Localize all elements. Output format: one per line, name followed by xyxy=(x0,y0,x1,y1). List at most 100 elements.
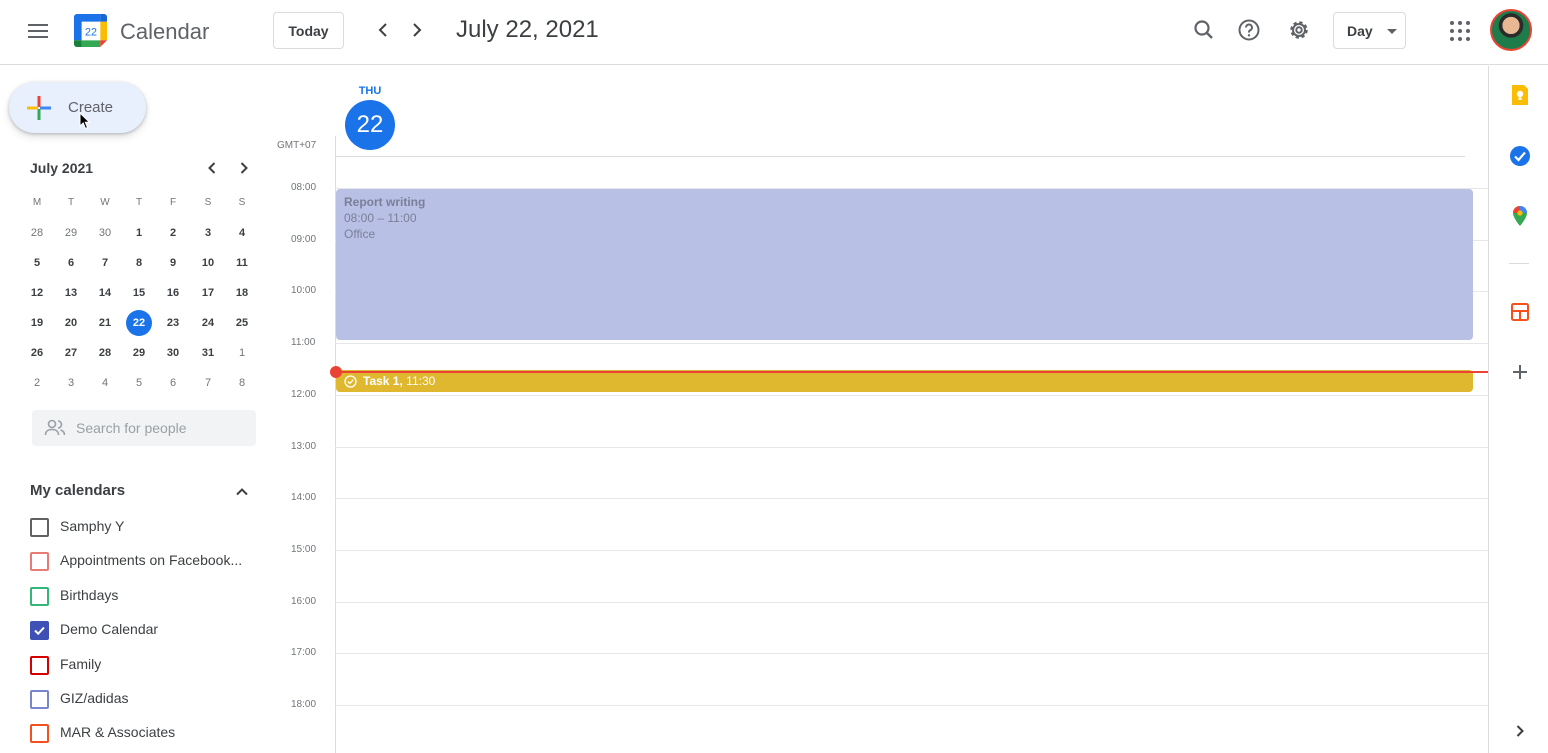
help-icon[interactable] xyxy=(1235,16,1263,44)
mini-calendar-day[interactable]: 28 xyxy=(92,340,118,366)
account-avatar[interactable] xyxy=(1490,9,1532,51)
calendar-checkbox[interactable] xyxy=(30,586,49,606)
mini-calendar-day[interactable]: 18 xyxy=(229,280,255,306)
mouse-pointer-icon xyxy=(79,112,91,130)
view-selector[interactable]: Day xyxy=(1333,12,1406,49)
create-button[interactable]: Create xyxy=(9,82,146,133)
my-calendars-toggle[interactable]: My calendars xyxy=(30,480,260,504)
search-people-input[interactable] xyxy=(76,410,246,446)
keep-icon[interactable] xyxy=(1509,84,1531,106)
calendar-list-item[interactable]: Demo Calendar xyxy=(30,616,260,646)
hour-label: 08:00 xyxy=(291,182,317,193)
mini-calendar-day[interactable]: 3 xyxy=(58,370,84,396)
mini-calendar-day[interactable]: 26 xyxy=(24,340,50,366)
hour-gridline xyxy=(335,653,1488,655)
weekday-header: F xyxy=(169,197,177,208)
mini-calendar-day[interactable]: 16 xyxy=(160,280,186,306)
mini-calendar-day[interactable]: 10 xyxy=(195,250,221,276)
calendar-checkbox[interactable] xyxy=(30,724,49,744)
calendar-checkbox[interactable] xyxy=(30,690,49,709)
calendar-checkbox[interactable] xyxy=(30,518,49,537)
calendar-checkbox[interactable] xyxy=(30,621,49,641)
add-icon[interactable] xyxy=(1509,361,1531,383)
mini-calendar-day[interactable]: 30 xyxy=(92,220,118,246)
calendar-name: Demo Calendar xyxy=(60,621,159,638)
calendar-list-item[interactable]: Samphy Y xyxy=(30,513,260,543)
mini-calendar-day[interactable]: 20 xyxy=(58,310,84,336)
mini-calendar-day[interactable]: 3 xyxy=(195,220,221,246)
mini-calendar-day[interactable]: 7 xyxy=(92,250,118,276)
mini-calendar-day[interactable]: 4 xyxy=(92,370,118,396)
calendar-checkbox[interactable] xyxy=(30,655,49,675)
mini-calendar-day[interactable]: 5 xyxy=(126,370,152,396)
mini-calendar-day[interactable]: 17 xyxy=(195,280,221,306)
mini-calendar-next-icon[interactable] xyxy=(234,158,254,178)
add-ons-icon[interactable] xyxy=(1509,301,1531,323)
mini-calendar-day[interactable]: 1 xyxy=(229,340,255,366)
calendar-list-item[interactable]: GIZ/adidas xyxy=(30,685,260,715)
mini-calendar-day[interactable]: 19 xyxy=(24,310,50,336)
mini-calendar-day[interactable]: 2 xyxy=(24,370,50,396)
calendar-checkbox[interactable] xyxy=(30,552,49,572)
mini-calendar-day[interactable]: 7 xyxy=(195,370,221,396)
mini-calendar-day[interactable]: 14 xyxy=(92,280,118,306)
day-view: THU 22 GMT+07 08:00 09:00 10:00 11:00 12:00 1… xyxy=(272,66,1488,753)
calendar-list-item[interactable]: Family xyxy=(30,651,260,681)
mini-calendar-day[interactable]: 9 xyxy=(160,250,186,276)
hour-gridline xyxy=(335,394,1488,396)
calendar-name: Appointments on Facebook... xyxy=(60,552,243,569)
mini-calendar-day[interactable]: 12 xyxy=(24,280,50,306)
hour-label: 12:00 xyxy=(291,388,317,400)
mini-calendar-day[interactable]: 15 xyxy=(126,280,152,306)
side-panel-divider xyxy=(1509,263,1529,264)
tasks-icon[interactable] xyxy=(1509,145,1531,167)
event-report-writing[interactable]: Report writing 08:00 – 11:00 Office xyxy=(336,189,1473,340)
mini-calendar-day[interactable]: 4 xyxy=(229,220,255,246)
settings-gear-icon[interactable] xyxy=(1285,16,1313,44)
mini-calendar-day[interactable]: 29 xyxy=(58,220,84,246)
day-number[interactable]: 22 xyxy=(345,100,395,150)
mini-calendar-day[interactable]: 23 xyxy=(160,310,186,336)
calendar-name: Birthdays xyxy=(60,586,119,603)
mini-calendar-day[interactable]: 2 xyxy=(160,220,186,246)
calendar-name: MAR & Associates xyxy=(60,724,176,741)
google-apps-icon[interactable] xyxy=(1450,21,1470,41)
mini-calendar-day[interactable]: 31 xyxy=(195,340,221,366)
mini-calendar-day[interactable]: 8 xyxy=(126,250,152,276)
calendar-list-item[interactable]: Birthdays xyxy=(30,582,260,612)
mini-calendar-day[interactable]: 24 xyxy=(195,310,221,336)
mini-calendar-day[interactable]: 6 xyxy=(160,370,186,396)
mini-calendar-day[interactable]: 30 xyxy=(160,340,186,366)
event-task-1[interactable]: Task 1, 11:30 xyxy=(336,370,1473,392)
mini-calendar-day[interactable]: 5 xyxy=(24,250,50,276)
calendar-list-item[interactable]: MAR & Associates xyxy=(30,719,260,749)
sidebar: Create July 2021 M T W T F S S 28 29 30 1 2 3 4 5 6 7 8 9 1… xyxy=(0,66,272,753)
people-icon xyxy=(44,419,66,436)
mini-calendar-day[interactable]: 28 xyxy=(24,220,50,246)
expand-panel-icon[interactable] xyxy=(1509,720,1531,742)
mini-calendar-day[interactable]: 1 xyxy=(126,220,152,246)
mini-calendar-day[interactable]: 13 xyxy=(58,280,84,306)
mini-calendar-day[interactable]: 21 xyxy=(92,310,118,336)
next-day-icon[interactable] xyxy=(405,18,429,42)
search-icon[interactable] xyxy=(1190,16,1218,44)
mini-calendar-day[interactable]: 29 xyxy=(126,340,152,366)
mini-calendar-selected-day[interactable]: 22 xyxy=(126,310,152,336)
mini-calendar-day[interactable]: 6 xyxy=(58,250,84,276)
current-date-title: July 22, 2021 xyxy=(456,16,599,43)
main-menu-icon[interactable] xyxy=(26,21,50,41)
maps-icon[interactable] xyxy=(1509,205,1531,227)
mini-calendar-day[interactable]: 27 xyxy=(58,340,84,366)
mini-calendar-day[interactable]: 8 xyxy=(229,370,255,396)
search-people-field[interactable] xyxy=(32,410,256,446)
today-button[interactable]: Today xyxy=(273,12,344,49)
mini-calendar-day[interactable]: 25 xyxy=(229,310,255,336)
mini-calendar-day[interactable]: 11 xyxy=(229,250,255,276)
previous-day-icon[interactable] xyxy=(371,18,395,42)
hour-label: 17:00 xyxy=(291,647,317,659)
current-time-dot xyxy=(330,366,342,378)
calendar-list-item[interactable]: Appointments on Facebook... xyxy=(30,547,260,577)
mini-calendar-prev-icon[interactable] xyxy=(202,158,222,178)
weekday-header: S xyxy=(238,197,246,208)
calendar-app: 22 Calendar Today July 22, 2021 Day Crea… xyxy=(0,0,1548,753)
